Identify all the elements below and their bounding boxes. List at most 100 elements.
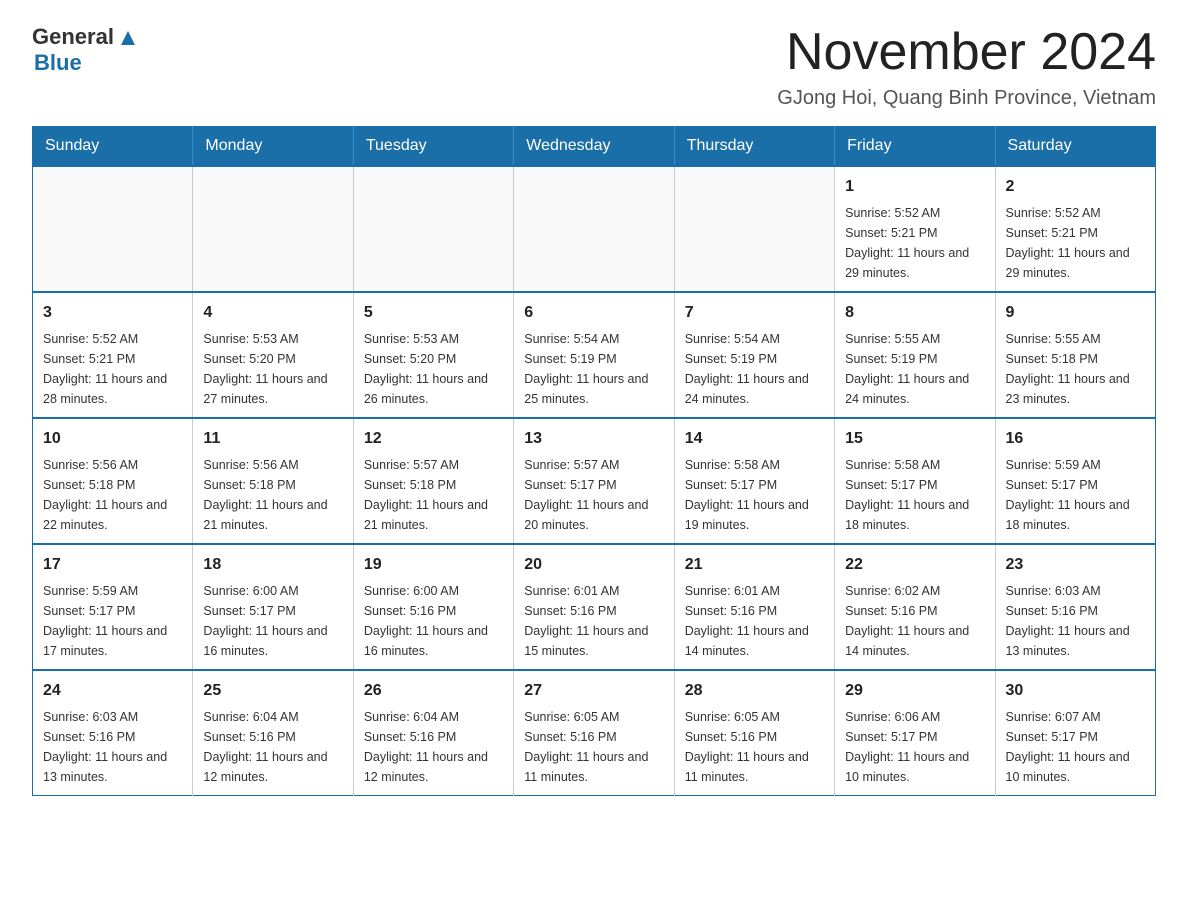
day-number: 27 [524, 679, 663, 703]
day-number: 2 [1006, 175, 1145, 199]
logo-triangle-icon [117, 27, 139, 49]
logo-blue-text: Blue [34, 50, 82, 75]
day-info: Sunrise: 5:55 AMSunset: 5:19 PMDaylight:… [845, 329, 984, 409]
day-number: 13 [524, 427, 663, 451]
calendar-cell: 10Sunrise: 5:56 AMSunset: 5:18 PMDayligh… [33, 418, 193, 544]
day-info: Sunrise: 5:54 AMSunset: 5:19 PMDaylight:… [524, 329, 663, 409]
day-info: Sunrise: 6:05 AMSunset: 5:16 PMDaylight:… [685, 707, 824, 787]
day-number: 30 [1006, 679, 1145, 703]
day-number: 4 [203, 301, 342, 325]
day-number: 25 [203, 679, 342, 703]
day-number: 6 [524, 301, 663, 325]
logo-general-text: General [32, 24, 114, 50]
day-number: 28 [685, 679, 824, 703]
week-row-5: 24 Sunrise: 6:03 AMSunset: 5:16 PMDayligh… [33, 670, 1156, 796]
day-info: Sunrise: 5:53 AMSunset: 5:20 PMDaylight:… [364, 329, 503, 409]
day-info: Sunrise: 5:52 AMSunset: 5:21 PMDaylight:… [845, 203, 984, 283]
day-info: Sunrise: 5:52 AMSunset: 5:21 PMDaylight:… [43, 329, 182, 409]
calendar-cell [353, 166, 513, 292]
calendar-cell: 6 Sunrise: 5:54 AMSunset: 5:19 PMDaylight… [514, 292, 674, 418]
day-number: 17 [43, 553, 182, 577]
day-number: 20 [524, 553, 663, 577]
header-wednesday: Wednesday [514, 127, 674, 167]
day-number: 24 [43, 679, 182, 703]
title-section: November 2024 GJong Hoi, Quang Binh Prov… [777, 24, 1156, 110]
day-number: 26 [364, 679, 503, 703]
header-saturday: Saturday [995, 127, 1155, 167]
day-number: 15 [845, 427, 984, 451]
page-header: General Blue November 2024 GJong Hoi, Qu… [32, 24, 1156, 110]
day-info: Sunrise: 6:03 AMSunset: 5:16 PMDaylight:… [43, 707, 182, 787]
calendar-cell: 17Sunrise: 5:59 AMSunset: 5:17 PMDayligh… [33, 544, 193, 670]
day-number: 5 [364, 301, 503, 325]
day-number: 12 [364, 427, 503, 451]
calendar-cell: 20Sunrise: 6:01 AMSunset: 5:16 PMDayligh… [514, 544, 674, 670]
calendar-cell [674, 166, 834, 292]
header-monday: Monday [193, 127, 353, 167]
day-info: Sunrise: 6:00 AMSunset: 5:17 PMDaylight:… [203, 581, 342, 661]
day-info: Sunrise: 5:56 AMSunset: 5:18 PMDaylight:… [203, 455, 342, 535]
day-info: Sunrise: 5:53 AMSunset: 5:20 PMDaylight:… [203, 329, 342, 409]
calendar-cell: 28 Sunrise: 6:05 AMSunset: 5:16 PMDayligh… [674, 670, 834, 796]
day-number: 19 [364, 553, 503, 577]
day-number: 1 [845, 175, 984, 199]
header-friday: Friday [835, 127, 995, 167]
header-thursday: Thursday [674, 127, 834, 167]
calendar-cell: 25 Sunrise: 6:04 AMSunset: 5:16 PMDayligh… [193, 670, 353, 796]
calendar-cell: 1 Sunrise: 5:52 AMSunset: 5:21 PMDaylight… [835, 166, 995, 292]
day-number: 18 [203, 553, 342, 577]
calendar-cell: 29 Sunrise: 6:06 AMSunset: 5:17 PMDayligh… [835, 670, 995, 796]
day-number: 9 [1006, 301, 1145, 325]
calendar-cell: 16 Sunrise: 5:59 AMSunset: 5:17 PMDayligh… [995, 418, 1155, 544]
day-number: 7 [685, 301, 824, 325]
day-info: Sunrise: 6:03 AMSunset: 5:16 PMDaylight:… [1006, 581, 1145, 661]
day-info: Sunrise: 6:00 AMSunset: 5:16 PMDaylight:… [364, 581, 503, 661]
calendar-cell: 9 Sunrise: 5:55 AMSunset: 5:18 PMDaylight… [995, 292, 1155, 418]
day-number: 8 [845, 301, 984, 325]
day-number: 14 [685, 427, 824, 451]
day-info: Sunrise: 5:54 AMSunset: 5:19 PMDaylight:… [685, 329, 824, 409]
day-number: 16 [1006, 427, 1145, 451]
day-number: 11 [203, 427, 342, 451]
calendar-cell: 11 Sunrise: 5:56 AMSunset: 5:18 PMDayligh… [193, 418, 353, 544]
calendar-cell: 18 Sunrise: 6:00 AMSunset: 5:17 PMDayligh… [193, 544, 353, 670]
day-info: Sunrise: 5:58 AMSunset: 5:17 PMDaylight:… [685, 455, 824, 535]
calendar-cell: 15Sunrise: 5:58 AMSunset: 5:17 PMDayligh… [835, 418, 995, 544]
day-info: Sunrise: 6:02 AMSunset: 5:16 PMDaylight:… [845, 581, 984, 661]
header-tuesday: Tuesday [353, 127, 513, 167]
calendar-cell [33, 166, 193, 292]
day-number: 23 [1006, 553, 1145, 577]
day-info: Sunrise: 6:06 AMSunset: 5:17 PMDaylight:… [845, 707, 984, 787]
day-info: Sunrise: 6:04 AMSunset: 5:16 PMDaylight:… [364, 707, 503, 787]
header-sunday: Sunday [33, 127, 193, 167]
calendar-cell: 14 Sunrise: 5:58 AMSunset: 5:17 PMDayligh… [674, 418, 834, 544]
day-info: Sunrise: 5:59 AMSunset: 5:17 PMDaylight:… [1006, 455, 1145, 535]
day-info: Sunrise: 6:04 AMSunset: 5:16 PMDaylight:… [203, 707, 342, 787]
day-number: 21 [685, 553, 824, 577]
logo: General Blue [32, 24, 139, 76]
day-info: Sunrise: 5:52 AMSunset: 5:21 PMDaylight:… [1006, 203, 1145, 283]
calendar-table: SundayMondayTuesdayWednesdayThursdayFrid… [32, 126, 1156, 796]
day-number: 10 [43, 427, 182, 451]
week-row-3: 10 Sunrise: 5:56 AMSunset: 5:18 PMDayligh… [33, 418, 1156, 544]
page-title: November 2024 [777, 24, 1156, 81]
calendar-cell: 22Sunrise: 6:02 AMSunset: 5:16 PMDayligh… [835, 544, 995, 670]
day-info: Sunrise: 5:57 AMSunset: 5:18 PMDaylight:… [364, 455, 503, 535]
day-info: Sunrise: 6:07 AMSunset: 5:17 PMDaylight:… [1006, 707, 1145, 787]
calendar-cell: 19 Sunrise: 6:00 AMSunset: 5:16 PMDayligh… [353, 544, 513, 670]
day-info: Sunrise: 6:01 AMSunset: 5:16 PMDaylight:… [685, 581, 824, 661]
calendar-cell: 26 Sunrise: 6:04 AMSunset: 5:16 PMDayligh… [353, 670, 513, 796]
calendar-cell [193, 166, 353, 292]
day-info: Sunrise: 5:57 AMSunset: 5:17 PMDaylight:… [524, 455, 663, 535]
day-info: Sunrise: 5:55 AMSunset: 5:18 PMDaylight:… [1006, 329, 1145, 409]
calendar-cell: 24 Sunrise: 6:03 AMSunset: 5:16 PMDayligh… [33, 670, 193, 796]
calendar-cell: 3 Sunrise: 5:52 AMSunset: 5:21 PMDaylight… [33, 292, 193, 418]
calendar-cell [514, 166, 674, 292]
calendar-cell: 5 Sunrise: 5:53 AMSunset: 5:20 PMDaylight… [353, 292, 513, 418]
day-number: 3 [43, 301, 182, 325]
day-number: 29 [845, 679, 984, 703]
calendar-cell: 23 Sunrise: 6:03 AMSunset: 5:16 PMDayligh… [995, 544, 1155, 670]
calendar-cell: 7 Sunrise: 5:54 AMSunset: 5:19 PMDaylight… [674, 292, 834, 418]
week-row-2: 3 Sunrise: 5:52 AMSunset: 5:21 PMDaylight… [33, 292, 1156, 418]
calendar-cell: 4 Sunrise: 5:53 AMSunset: 5:20 PMDaylight… [193, 292, 353, 418]
